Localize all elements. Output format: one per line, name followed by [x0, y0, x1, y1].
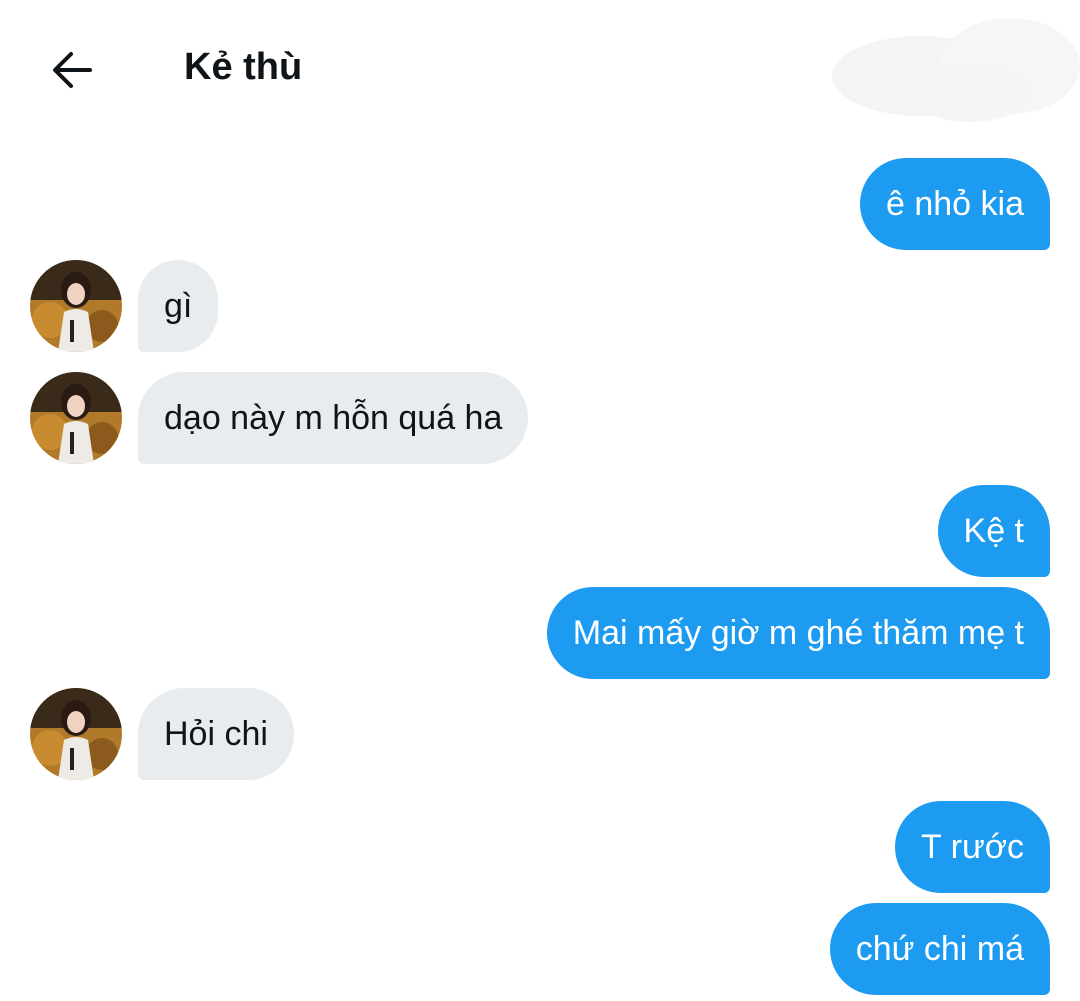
outgoing-message-bubble[interactable]: T rước [895, 801, 1050, 893]
conversation-title[interactable]: Kẻ thù [184, 44, 302, 90]
message-text: Kệ t [963, 511, 1024, 550]
arrow-left-icon [53, 52, 92, 88]
message-text: Mai mấy giờ m ghé thăm mẹ t [572, 613, 1024, 652]
outgoing-message-bubble[interactable]: Kệ t [937, 485, 1050, 577]
contact-avatar[interactable] [30, 688, 122, 780]
back-button[interactable] [44, 42, 100, 98]
message-text: gì [164, 286, 193, 325]
chat-screen: Kẻ thù ê nhỏ kia gì dạo này m hỗn quá ha… [0, 0, 1080, 1001]
message-text: T rước [921, 827, 1024, 866]
message-text: ê nhỏ kia [886, 184, 1024, 223]
avatar-photo [30, 372, 122, 464]
redacted-scribble [832, 18, 1080, 122]
message-text: dạo này m hỗn quá ha [164, 398, 503, 437]
outgoing-message-bubble[interactable]: ê nhỏ kia [860, 158, 1050, 250]
incoming-message-bubble[interactable]: dạo này m hỗn quá ha [138, 372, 529, 464]
incoming-message-bubble[interactable]: gì [138, 260, 219, 352]
incoming-message-bubble[interactable]: Hỏi chi [138, 688, 294, 780]
chat-header: Kẻ thù [0, 0, 1080, 134]
outgoing-message-bubble[interactable]: Mai mấy giờ m ghé thăm mẹ t [546, 587, 1050, 679]
message-text: chứ chi má [855, 929, 1024, 968]
avatar-photo [30, 260, 122, 352]
contact-avatar[interactable] [30, 260, 122, 352]
outgoing-message-bubble[interactable]: chứ chi má [829, 903, 1050, 995]
contact-avatar[interactable] [30, 372, 122, 464]
message-text: Hỏi chi [164, 714, 268, 753]
avatar-photo [30, 688, 122, 780]
